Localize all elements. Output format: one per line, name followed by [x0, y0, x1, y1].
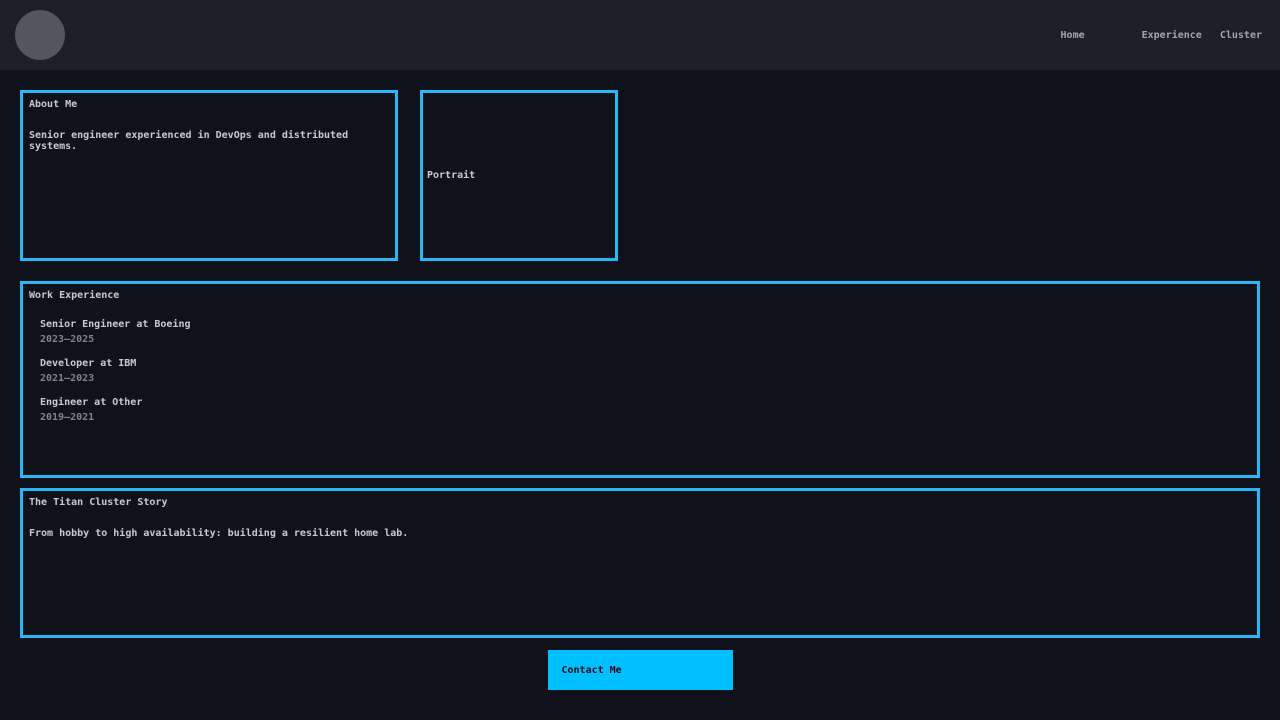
nav-link-cluster[interactable]: Cluster: [1220, 30, 1262, 41]
top-row: About Me Senior engineer experienced in …: [20, 90, 1260, 261]
job-list: Senior Engineer at Boeing 2023–2025 Deve…: [40, 319, 1251, 423]
about-body: Senior engineer experienced in DevOps an…: [29, 130, 389, 152]
avatar: [15, 10, 65, 60]
job-role: Senior Engineer at Boeing: [40, 319, 1251, 330]
job-period: 2019–2021: [40, 412, 1251, 423]
job-role: Engineer at Other: [40, 397, 1251, 408]
contact-row: Contact Me: [20, 650, 1260, 690]
portrait-placeholder-label: Portrait: [427, 170, 475, 181]
navbar: Home Experience Cluster: [0, 0, 1280, 70]
cluster-story-body: From hobby to high availability: buildin…: [29, 528, 1251, 539]
contact-me-button[interactable]: Contact Me: [548, 650, 733, 690]
about-title: About Me: [29, 99, 389, 110]
main-content: About Me Senior engineer experienced in …: [0, 70, 1280, 690]
work-experience-panel: Work Experience Senior Engineer at Boein…: [20, 281, 1260, 478]
job-period: 2021–2023: [40, 373, 1251, 384]
cluster-story-panel: The Titan Cluster Story From hobby to hi…: [20, 488, 1260, 638]
work-experience-title: Work Experience: [29, 290, 1251, 301]
nav-link-home[interactable]: Home: [1061, 30, 1085, 41]
job-entry: Developer at IBM 2021–2023: [40, 358, 1251, 384]
about-panel: About Me Senior engineer experienced in …: [20, 90, 398, 261]
job-role: Developer at IBM: [40, 358, 1251, 369]
nav-link-experience[interactable]: Experience: [1142, 30, 1202, 41]
nav-links: Home Experience Cluster: [1061, 30, 1262, 41]
job-period: 2023–2025: [40, 334, 1251, 345]
portrait-panel: Portrait: [420, 90, 618, 261]
cluster-story-title: The Titan Cluster Story: [29, 497, 1251, 508]
job-entry: Senior Engineer at Boeing 2023–2025: [40, 319, 1251, 345]
job-entry: Engineer at Other 2019–2021: [40, 397, 1251, 423]
